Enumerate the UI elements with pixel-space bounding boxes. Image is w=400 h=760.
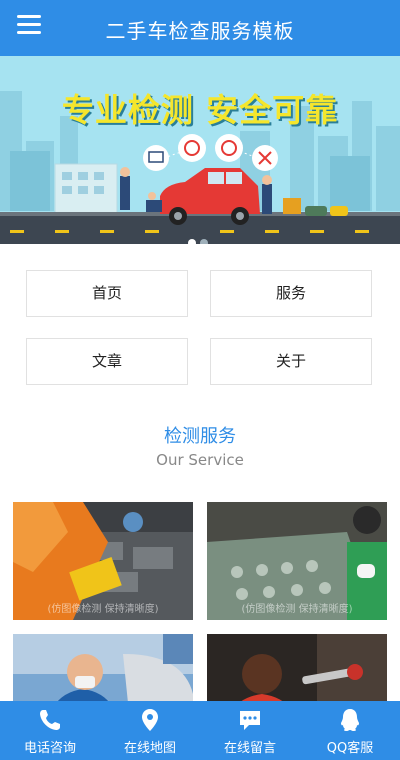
footer-map-button[interactable]: 在线地图 — [100, 701, 200, 760]
bottom-tab-bar: 电话咨询 在线地图 在线留言 QQ客服 — [0, 701, 400, 760]
hero-banner[interactable]: 专业检测 安全可靠 — [0, 56, 400, 244]
section-title: 检测服务 — [164, 426, 236, 447]
nav-home-button[interactable]: 首页 — [26, 270, 188, 317]
message-icon — [240, 711, 260, 730]
carousel-dots — [188, 232, 212, 244]
banner-slogan: 专业检测 安全可靠 — [61, 91, 339, 129]
page-title: 二手车检查服务模板 — [105, 19, 295, 43]
app-header: 二手车检查服务模板 — [0, 0, 400, 56]
carousel-dot-1[interactable] — [188, 239, 196, 244]
footer-qq-label: QQ客服 — [326, 741, 374, 756]
qq-icon — [341, 709, 359, 731]
nav-services-button[interactable]: 服务 — [210, 270, 372, 317]
section-subtitle: Our Service — [156, 451, 244, 469]
service-tile-engine[interactable]: (仿图像检测 保持清晰度) — [13, 502, 193, 620]
nav-articles-button[interactable]: 文章 — [26, 338, 188, 385]
footer-map-label: 在线地图 — [123, 741, 176, 756]
carousel-dot-2[interactable] — [200, 239, 208, 244]
footer-phone-button[interactable]: 电话咨询 — [0, 701, 100, 760]
nav-about-button[interactable]: 关于 — [210, 338, 372, 385]
footer-qq-button[interactable]: QQ客服 — [300, 701, 400, 760]
service-tile-electronics[interactable]: (仿图像检测 保持清晰度) — [207, 502, 387, 620]
watermark-text-2: (仿图像检测 保持清晰度) — [241, 604, 353, 615]
watermark-text: (仿图像检测 保持清晰度) — [47, 604, 159, 615]
map-pin-icon — [142, 709, 158, 731]
footer-phone-label: 电话咨询 — [23, 741, 76, 756]
phone-icon — [40, 710, 60, 730]
footer-message-button[interactable]: 在线留言 — [200, 701, 300, 760]
footer-message-label: 在线留言 — [223, 741, 276, 756]
